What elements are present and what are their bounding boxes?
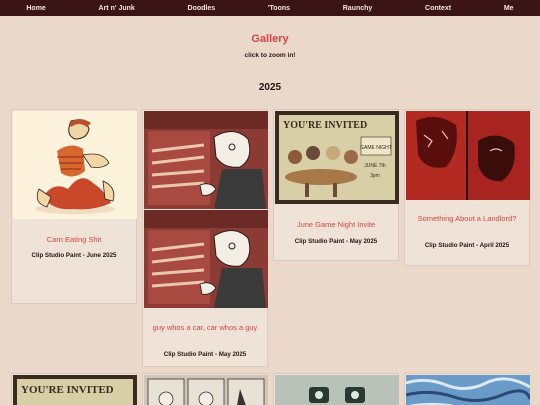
invite-heading-text: YOU'RE INVITED xyxy=(283,120,367,131)
artwork-thumbnail[interactable] xyxy=(406,375,530,405)
page-title: Gallery xyxy=(251,33,289,45)
gallery-card[interactable]: YOU'RE INVITED xyxy=(11,373,137,405)
card-meta: Clip Studio Paint - June 2025 xyxy=(31,252,117,259)
top-nav: Home Art n' Junk Doodles 'Toons Raunchy … xyxy=(0,0,540,16)
card-meta: Clip Studio Paint - April 2025 xyxy=(424,242,510,249)
artwork-thumbnail[interactable]: YOU'RE INVITED xyxy=(13,375,137,405)
card-title[interactable]: Something About a Landlord? xyxy=(409,214,525,224)
card-title[interactable]: guy whos a car, car whos a guy xyxy=(147,323,263,333)
year-heading: 2025 xyxy=(258,82,282,93)
nav-me-link[interactable]: Me xyxy=(504,5,514,12)
artwork-thumbnail[interactable] xyxy=(13,111,137,219)
card-meta: Clip Studio Paint - May 2025 xyxy=(163,351,247,358)
nav-doodles-link[interactable]: Doodles xyxy=(188,5,216,12)
invite-time-text: 3pm xyxy=(370,173,380,179)
nav-toons-link[interactable]: 'Toons xyxy=(268,5,290,12)
artwork-thumbnail[interactable] xyxy=(144,375,268,405)
artwork-thumbnail[interactable] xyxy=(144,210,268,308)
artwork-thumbnail[interactable] xyxy=(144,111,268,209)
invite-heading-text: YOU'RE INVITED xyxy=(21,384,114,396)
card-title[interactable]: Carn Eating Shit xyxy=(16,235,132,245)
gallery-card[interactable] xyxy=(404,373,530,405)
invite-date-text: JUNE 7th xyxy=(364,163,386,169)
gallery-card[interactable]: Carn Eating Shit Clip Studio Paint - Jun… xyxy=(11,109,137,304)
artwork-thumbnail[interactable] xyxy=(406,111,530,200)
nav-raunchy-link[interactable]: Raunchy xyxy=(343,5,373,12)
artwork-thumbnail[interactable]: YOU'RE INVITED GAME NIGHT JUNE 7th 3pm xyxy=(275,111,399,204)
nav-home-link[interactable]: Home xyxy=(26,5,45,12)
gallery-card[interactable]: YOU'RE INVITED GAME NIGHT JUNE 7th 3pm J… xyxy=(273,109,399,261)
nav-art-link[interactable]: Art n' Junk xyxy=(99,5,135,12)
gallery-card[interactable] xyxy=(142,373,268,405)
gallery-card[interactable] xyxy=(273,373,399,405)
page-subtitle: click to zoom in! xyxy=(244,52,296,59)
card-meta: Clip Studio Paint - May 2025 xyxy=(294,238,378,245)
card-title[interactable]: June Game Night Invite xyxy=(278,220,394,230)
nav-context-link[interactable]: Context xyxy=(425,5,451,12)
gallery-card[interactable]: guy whos a car, car whos a guy Clip Stud… xyxy=(142,109,268,367)
artwork-thumbnail[interactable] xyxy=(275,375,399,405)
invite-sign-text: GAME NIGHT xyxy=(360,145,392,151)
gallery-card[interactable]: Something About a Landlord? Clip Studio … xyxy=(404,109,530,266)
